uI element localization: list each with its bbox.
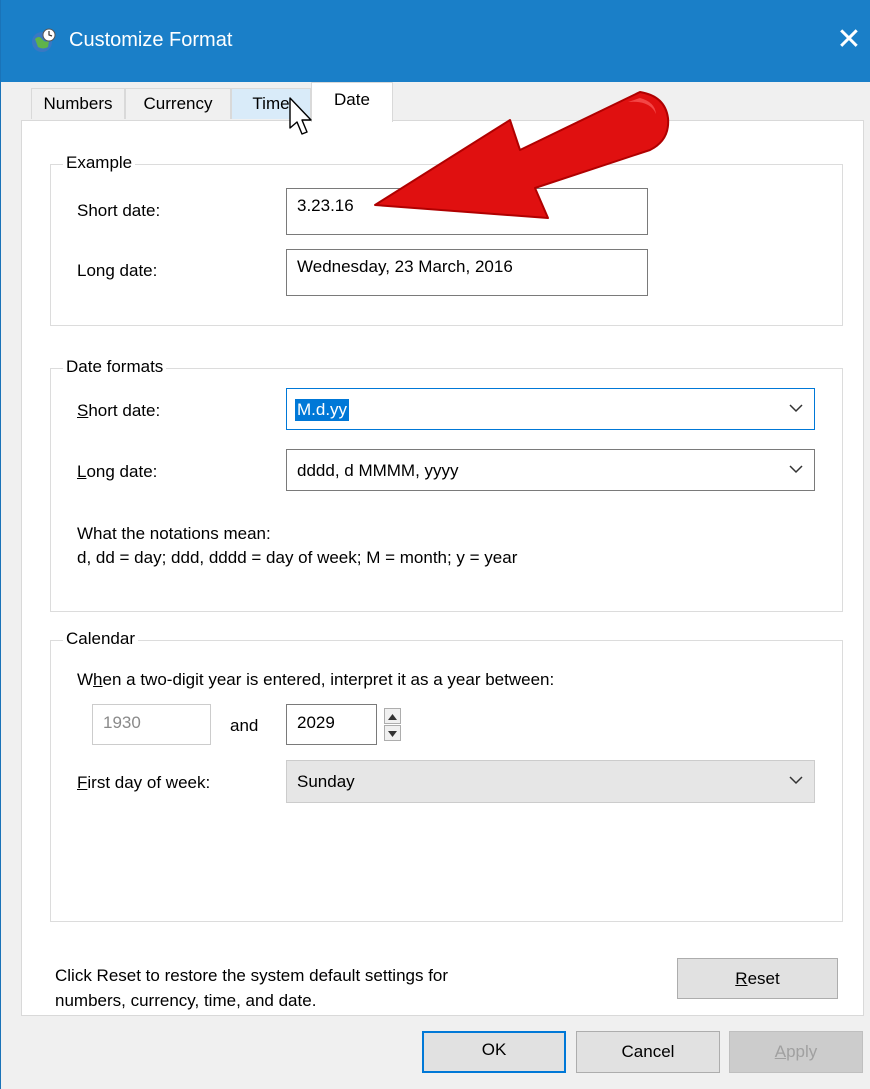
and-label: and xyxy=(230,716,259,735)
window-title: Customize Format xyxy=(69,29,233,51)
close-button[interactable]: ✕ xyxy=(829,20,869,60)
date-tab-panel: Example Short date: 3.23.16 Long date: W… xyxy=(21,120,864,1016)
tab-time[interactable]: Time xyxy=(231,88,311,119)
two-digit-year-label: When a two-digit year is entered, interp… xyxy=(77,670,555,689)
long-date-format-value[interactable]: dddd, d MMMM, yyyy xyxy=(297,460,459,482)
reset-button[interactable]: Reset xyxy=(677,958,838,999)
tab-numbers[interactable]: Numbers xyxy=(31,88,125,119)
customize-format-dialog: Customize Format ✕ Numbers Currency Time… xyxy=(0,0,870,1089)
spin-up-button[interactable] xyxy=(384,708,401,724)
spin-down-button[interactable] xyxy=(384,725,401,741)
short-date-format-label: Short date: xyxy=(77,401,161,420)
chevron-down-icon[interactable] xyxy=(788,462,804,476)
chevron-down-icon[interactable] xyxy=(788,773,804,787)
first-day-of-week-label: First day of week: xyxy=(77,773,211,792)
short-date-format-value[interactable]: M.d.yy xyxy=(295,399,350,421)
example-long-date-field: Wednesday, 23 March, 2016 xyxy=(286,249,648,296)
tab-currency[interactable]: Currency xyxy=(125,88,231,119)
long-date-format-label: Long date: xyxy=(77,462,158,481)
year-from-field: 1930 xyxy=(92,704,211,745)
example-short-date-field: 3.23.16 xyxy=(286,188,648,235)
first-day-of-week-combo[interactable]: Sunday xyxy=(286,760,815,803)
tab-date[interactable]: Date xyxy=(311,82,393,122)
title-bar[interactable]: Customize Format ✕ xyxy=(1,0,870,82)
calendar-group-label: Calendar xyxy=(63,628,138,650)
example-long-date-label: Long date: xyxy=(77,261,158,280)
cancel-button[interactable]: Cancel xyxy=(576,1031,720,1073)
notations-title: What the notations mean: xyxy=(77,524,271,543)
example-group-label: Example xyxy=(63,152,136,174)
spin-up-icon xyxy=(388,714,397,720)
short-date-format-combo[interactable]: M.d.yy xyxy=(286,388,815,430)
reset-info-line1: Click Reset to restore the system defaul… xyxy=(55,966,449,985)
apply-button[interactable]: Apply xyxy=(729,1031,863,1073)
long-date-format-combo[interactable]: dddd, d MMMM, yyyy xyxy=(286,449,815,491)
example-short-date-label: Short date: xyxy=(77,201,161,220)
year-spinner[interactable] xyxy=(384,708,402,742)
first-day-of-week-value[interactable]: Sunday xyxy=(297,771,355,793)
notations-text: d, dd = day; ddd, dddd = day of week; M … xyxy=(77,548,518,567)
ok-button[interactable]: OK xyxy=(422,1031,566,1073)
date-formats-group-label: Date formats xyxy=(63,356,167,378)
globe-clock-icon xyxy=(32,28,56,52)
spin-down-icon xyxy=(388,731,397,737)
chevron-down-icon[interactable] xyxy=(788,401,804,415)
year-to-field[interactable]: 2029 xyxy=(286,704,377,745)
reset-info-line2: numbers, currency, time, and date. xyxy=(55,991,317,1010)
